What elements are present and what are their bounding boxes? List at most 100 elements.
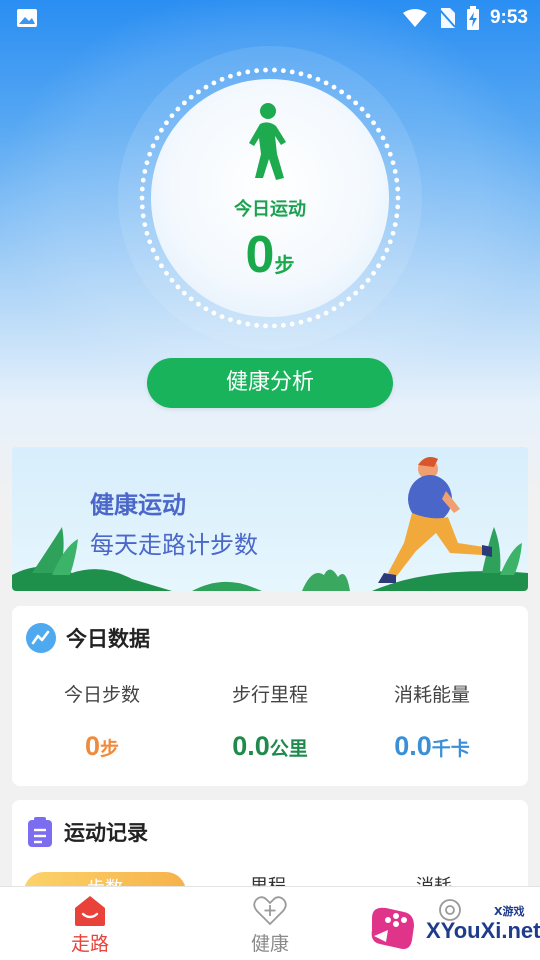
ring-dot [147,151,153,157]
ring-dot [263,323,268,329]
stat-label: 今日步数 [63,684,140,706]
trend-icon [26,623,56,653]
ring-dot [181,290,187,296]
ring-dot [175,106,181,112]
nav-walk[interactable]: 走路 [30,893,150,956]
ring-dot [211,310,217,316]
image-icon [17,9,37,27]
clipboard-icon [28,817,52,847]
stat-number: 0 [84,731,100,761]
stat-energy: 消耗能量 0.0千卡 [346,680,518,762]
ring-dot [181,100,187,106]
ring-dot [307,317,312,323]
ring-dot [339,89,344,95]
ring-dot [371,120,376,126]
ring-dot [236,71,242,77]
ring-dot [392,168,398,174]
ring-dot [228,317,233,323]
today-data-header: 今日数据 [26,622,150,654]
nav-health[interactable]: 健康 [210,893,330,956]
ring-dot [394,177,400,183]
ring-dot [142,168,148,174]
ring-dot [263,67,268,73]
records-title: 运动记录 [64,821,148,845]
ring-dot [139,186,145,192]
ring-dot [272,323,277,329]
no-sim-icon [438,8,456,28]
ring-dot [331,306,337,312]
ring-dot [323,80,329,86]
nav-health-label: 健康 [250,933,289,955]
ring-dot [315,314,321,320]
health-analysis-button[interactable]: 健康分析 [147,358,393,408]
ring-dot [307,73,312,79]
ring-dot [384,143,390,149]
activity-records-card: 运动记录 步数 里程 消耗 [12,800,528,912]
ring-dot [331,84,337,90]
ring-dot [219,314,225,320]
walking-person-icon [249,103,286,180]
ring-dot [380,135,386,141]
stat-unit: 千卡 [431,738,470,760]
watermark-text: XYouXi.net [426,918,540,943]
ring-dot [188,296,194,302]
today-data-card: 今日数据 今日步数 0步 步行里程 0.0公里 消耗能量 0.0千卡 [12,606,528,786]
ring-dot [353,100,359,106]
nav-walk-label: 走路 [70,933,109,955]
ring-dot [203,306,209,312]
ring-dot [159,127,164,133]
wifi-icon [402,9,427,27]
heart-plus-icon [253,896,287,926]
ring-dot [323,310,329,316]
ring-dot [169,113,175,119]
ring-dot [140,177,146,183]
stat-unit: 步 [100,738,120,760]
ring-dot [339,301,344,307]
stat-value: 0.0公里 [184,731,356,762]
ring-dot [387,151,393,157]
stat-number: 0.0 [232,731,270,761]
ring-dot [254,322,260,328]
ring-dot [272,67,277,73]
ring-dot [346,296,352,302]
ring-dot [359,284,365,290]
banner-subtitle: 每天走路计步数 [90,531,258,559]
stat-value: 0步 [16,731,188,762]
promo-banner[interactable]: 健康运动 每天走路计步数 [12,447,528,591]
ring-dot [196,301,201,307]
status-time: 9:53 [489,7,528,28]
ring-dot [219,76,225,82]
today-data-title: 今日数据 [66,627,150,651]
ring-dot [188,94,194,100]
ring-dot [245,69,251,75]
ring-dot [390,160,396,166]
today-steps-unit: 步 [274,253,295,277]
stat-label: 消耗能量 [393,684,470,706]
ring-dot [154,135,160,141]
status-bar: 9:53 [0,0,540,36]
ring-dot [315,76,321,82]
ring-dot [289,321,295,327]
watermark-small-text: X游戏 [494,905,525,918]
ring-dot [175,284,181,290]
ring-dot [245,321,251,327]
ring-dot [376,127,381,133]
ring-dot [196,89,201,95]
ring-dot [346,94,352,100]
ring-dot [298,319,304,325]
today-steps-value: 0 [245,226,275,284]
ring-dot [280,68,286,74]
ring-dot [365,113,371,119]
today-steps-display: 0步 [0,225,540,285]
ring-dot [254,68,260,74]
today-activity-label: 今日运动 [234,199,306,220]
ring-dot [236,319,242,325]
ring-dot [289,69,295,75]
stat-label: 步行里程 [231,684,308,706]
ring-dot [211,80,217,86]
stat-steps: 今日步数 0步 [16,680,188,762]
ring-dot [150,143,156,149]
ring-dot [395,186,401,192]
ring-dot [280,322,286,328]
stat-number: 0.0 [394,731,432,761]
